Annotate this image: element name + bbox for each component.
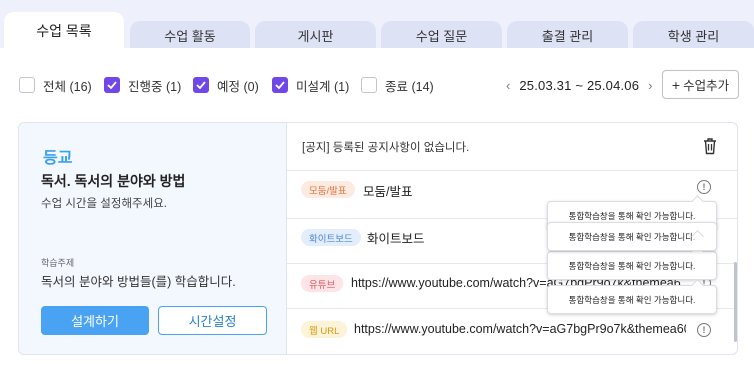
filter-label: 종료 (14): [385, 79, 434, 94]
tab-attendance[interactable]: 출결 관리: [507, 21, 628, 49]
filter-label: 진행중 (1): [128, 79, 182, 94]
tab-class-activity[interactable]: 수업 활동: [130, 21, 250, 49]
filter-ended[interactable]: 종료 (14): [361, 75, 434, 95]
plus-icon: +: [671, 76, 681, 93]
add-class-label: 수업추가: [683, 79, 730, 93]
tab-board[interactable]: 게시판: [255, 21, 376, 49]
add-class-button[interactable]: + 수업추가: [662, 70, 739, 99]
activity-badge: 모둠/발표: [301, 181, 355, 198]
info-icon[interactable]: !: [697, 323, 711, 337]
class-card-summary: 등교 독서. 독서의 분야와 방법 수업 시간을 설정해주세요. 학습주제 독서…: [19, 123, 287, 354]
filter-scheduled[interactable]: 예정 (0): [193, 75, 259, 95]
check-icon: [275, 81, 285, 89]
set-time-button[interactable]: 시간설정: [158, 306, 267, 335]
checkbox-scheduled[interactable]: [193, 77, 209, 93]
filter-label: 예정 (0): [217, 79, 259, 94]
check-icon: [196, 81, 206, 89]
class-subject: 등교: [43, 150, 73, 167]
class-hint: 수업 시간을 설정해주세요.: [41, 198, 167, 210]
checkbox-all[interactable]: [19, 77, 35, 93]
info-tooltip: 통합학습창을 통해 확인 가능합니다.: [547, 222, 717, 251]
activity-badge: 화이트보드: [301, 229, 361, 246]
class-title: 독서. 독서의 분야와 방법: [41, 173, 186, 189]
info-tooltip: 통합학습창을 통해 확인 가능합니다.: [547, 285, 717, 314]
filter-undesigned[interactable]: 미설계 (1): [272, 75, 349, 95]
date-navigator: ‹ 25.03.31 ~ 25.04.06 ›: [506, 75, 653, 95]
check-icon: [107, 81, 117, 89]
activity-badge: 유튜브: [301, 275, 344, 292]
tab-class-question[interactable]: 수업 질문: [381, 21, 502, 49]
info-tooltip: 통합학습창을 통해 확인 가능합니다.: [547, 251, 717, 280]
activity-title: 화이트보드: [367, 232, 425, 246]
activity-badge: 웹 URL: [301, 321, 348, 338]
activity-title: https://www.youtube.com/watch?v=aG7bgPr9…: [354, 322, 686, 336]
date-range: 25.03.31 ~ 25.04.06: [519, 77, 640, 93]
chevron-right-icon[interactable]: ›: [648, 78, 652, 93]
learning-goal-text: 독서의 분야와 방법들(를) 학습합니다.: [41, 275, 236, 289]
info-icon[interactable]: !: [697, 180, 711, 194]
filter-label: 전체 (16): [43, 79, 92, 94]
checkbox-undesigned[interactable]: [272, 77, 288, 93]
filter-in-progress[interactable]: 진행중 (1): [104, 75, 181, 95]
design-button[interactable]: 설계하기: [41, 306, 149, 335]
filter-all[interactable]: 전체 (16): [19, 75, 92, 95]
trash-icon[interactable]: [702, 137, 718, 155]
tab-class-list[interactable]: 수업 목록: [4, 12, 124, 50]
tab-student-management[interactable]: 학생 관리: [633, 21, 754, 49]
activity-row[interactable]: 웹 URL https://www.youtube.com/watch?v=aG…: [287, 310, 737, 354]
activity-title: 모둠/발표: [363, 185, 413, 199]
filter-label: 미설계 (1): [296, 79, 350, 94]
checkbox-in-progress[interactable]: [104, 77, 120, 93]
tab-bar: 수업 목록 수업 활동 게시판 수업 질문 출결 관리 학생 관리: [0, 0, 754, 50]
learning-goal-label: 학습주제: [41, 258, 75, 268]
notice-text: [공지] 등록된 공지사항이 없습니다.: [302, 142, 470, 154]
scrollbar[interactable]: [734, 262, 737, 342]
checkbox-ended[interactable]: [361, 77, 377, 93]
divider: [287, 170, 737, 171]
chevron-left-icon[interactable]: ‹: [506, 78, 510, 93]
